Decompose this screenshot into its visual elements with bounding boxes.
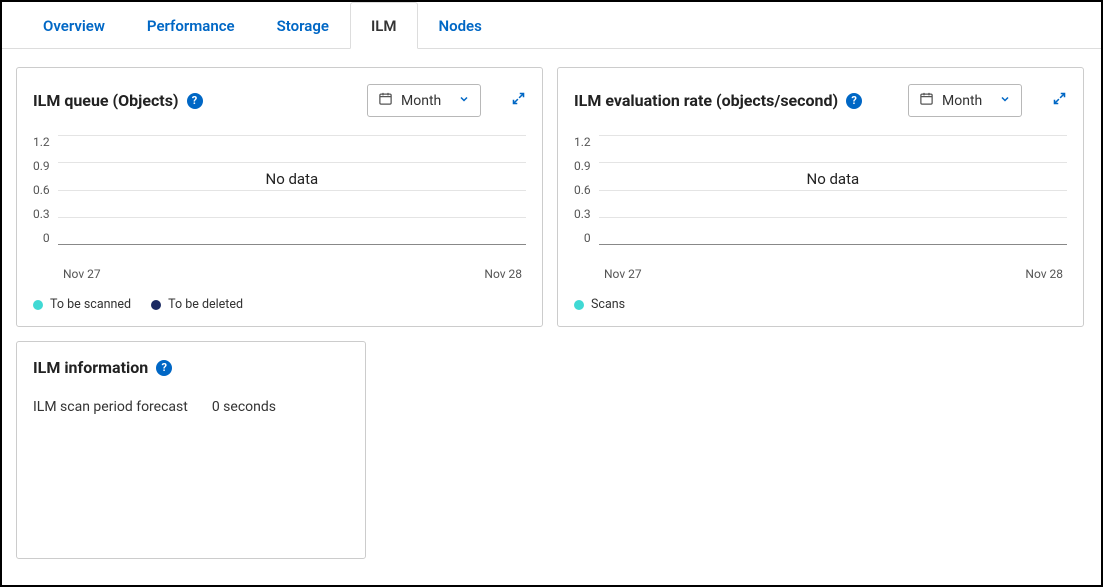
chart-plot: No data (58, 135, 526, 245)
card-title: ILM evaluation rate (objects/second) (574, 91, 838, 110)
legend-item-scanned: To be scanned (33, 297, 131, 312)
tab-storage[interactable]: Storage (256, 2, 350, 49)
swatch-icon (574, 300, 584, 310)
tab-ilm[interactable]: ILM (350, 2, 418, 49)
card-ilm-info: ILM information ? ILM scan period foreca… (16, 341, 366, 559)
card-title: ILM information (33, 358, 148, 377)
calendar-icon (919, 91, 934, 110)
swatch-icon (33, 300, 43, 310)
swatch-icon (151, 300, 161, 310)
chevron-down-icon (999, 93, 1011, 109)
tab-nodes[interactable]: Nodes (418, 2, 503, 49)
y-axis: 1.2 0.9 0.6 0.3 0 (574, 135, 599, 245)
time-range-select[interactable]: Month (367, 84, 481, 117)
card-title: ILM queue (Objects) (33, 91, 179, 110)
tab-bar: Overview Performance Storage ILM Nodes (2, 2, 1101, 49)
range-label: Month (401, 93, 441, 109)
x-axis: Nov 27 Nov 28 (604, 267, 1067, 281)
info-label: ILM scan period forecast (33, 399, 188, 415)
info-value: 0 seconds (212, 399, 276, 415)
legend: Scans (574, 297, 1067, 312)
tab-performance[interactable]: Performance (126, 2, 256, 49)
expand-icon[interactable] (511, 91, 526, 110)
chevron-down-icon (458, 93, 470, 109)
info-row: ILM scan period forecast 0 seconds (33, 399, 349, 415)
card-ilm-eval: ILM evaluation rate (objects/second) ? M… (557, 67, 1084, 327)
expand-icon[interactable] (1052, 91, 1067, 110)
legend: To be scanned To be deleted (33, 297, 526, 312)
time-range-select[interactable]: Month (908, 84, 1022, 117)
help-icon[interactable]: ? (187, 93, 203, 109)
y-axis: 1.2 0.9 0.6 0.3 0 (33, 135, 58, 245)
calendar-icon (378, 91, 393, 110)
legend-item-deleted: To be deleted (151, 297, 243, 312)
card-ilm-queue: ILM queue (Objects) ? Month (16, 67, 543, 327)
no-data-label: No data (806, 170, 859, 188)
help-icon[interactable]: ? (156, 360, 172, 376)
x-axis: Nov 27 Nov 28 (63, 267, 526, 281)
tab-overview[interactable]: Overview (22, 2, 126, 49)
help-icon[interactable]: ? (846, 93, 862, 109)
range-label: Month (942, 93, 982, 109)
no-data-label: No data (265, 170, 318, 188)
legend-item-scans: Scans (574, 297, 625, 312)
chart-plot: No data (599, 135, 1067, 245)
